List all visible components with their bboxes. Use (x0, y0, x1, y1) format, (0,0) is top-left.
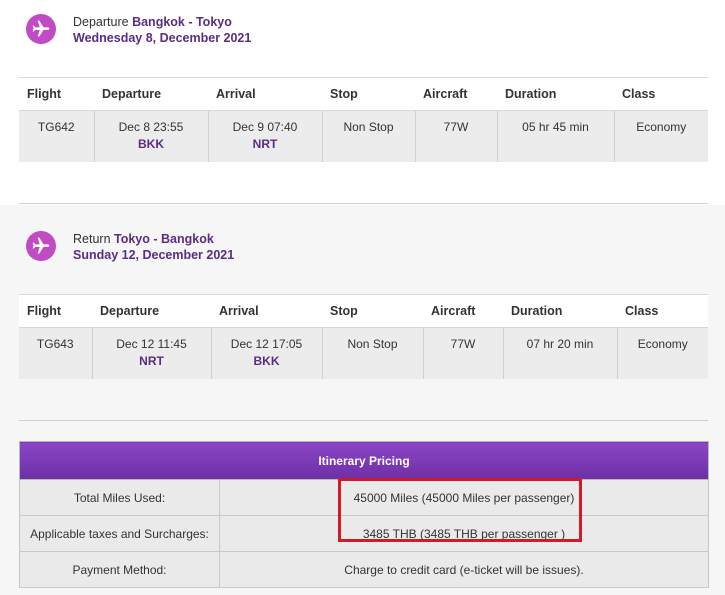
payment-method-value: Charge to credit card (e-ticket will be … (219, 551, 709, 588)
departure-date: Wednesday 8, December 2021 (73, 31, 252, 45)
departure-label: Departure (73, 15, 129, 29)
pricing-label: Payment Method: (19, 551, 220, 588)
departure-cell: Dec 12 11:45 NRT (91, 327, 211, 379)
return-flight-table: Flight Departure Arrival Stop Aircraft D… (19, 294, 708, 379)
class-value: Economy (613, 110, 708, 162)
column-header: Flight (19, 77, 94, 111)
column-header: Departure (92, 294, 211, 328)
departure-time: Dec 8 23:55 (118, 120, 184, 134)
flight-number: TG643 (19, 327, 92, 379)
stop-value: Non Stop (321, 327, 423, 379)
departure-cell: Dec 8 23:55 BKK (93, 110, 208, 162)
return-route: Tokyo - Bangkok (114, 232, 214, 246)
flight-number: TG642 (19, 110, 94, 162)
departure-airport: BKK (138, 137, 164, 151)
column-header: Stop (322, 294, 423, 328)
return-label: Return (73, 232, 111, 246)
aircraft-value: 77W (414, 110, 497, 162)
plane-landing-icon (26, 231, 56, 261)
column-header: Duration (503, 294, 617, 328)
pricing-row: Payment Method: Charge to credit card (e… (19, 551, 709, 588)
column-header: Aircraft (423, 294, 503, 328)
table-header-row: Flight Departure Arrival Stop Aircraft D… (19, 77, 708, 111)
pricing-label: Applicable taxes and Surcharges: (19, 515, 220, 552)
column-header: Aircraft (415, 77, 497, 111)
stop-value: Non Stop (321, 110, 415, 162)
arrival-time: Dec 9 07:40 (232, 120, 298, 134)
departure-airport: NRT (139, 354, 164, 368)
table-header-row: Flight Departure Arrival Stop Aircraft D… (19, 294, 708, 328)
column-header: Arrival (211, 294, 322, 328)
pricing-label: Total Miles Used: (19, 479, 220, 516)
departure-flight-table: Flight Departure Arrival Stop Aircraft D… (19, 77, 708, 162)
column-header: Departure (94, 77, 208, 111)
arrival-cell: Dec 12 17:05 BKK (210, 327, 322, 379)
column-header: Class (617, 294, 708, 328)
aircraft-value: 77W (422, 327, 503, 379)
departure-route: Bangkok - Tokyo (132, 15, 232, 29)
divider (19, 420, 708, 421)
departure-header: Departure Bangkok - Tokyo Wednesday 8, D… (26, 14, 251, 46)
highlight-box (338, 478, 582, 542)
table-row: TG642 Dec 8 23:55 BKK Dec 9 07:40 NRT Non … (19, 110, 708, 162)
column-header: Stop (322, 77, 415, 111)
departure-time: Dec 12 11:45 (116, 337, 187, 351)
column-header: Duration (497, 77, 614, 111)
return-header: Return Tokyo - Bangkok Sunday 12, Decemb… (26, 231, 234, 263)
plane-takeoff-icon (26, 14, 56, 44)
class-value: Economy (616, 327, 708, 379)
duration-value: 05 hr 45 min (496, 110, 614, 162)
arrival-airport: NRT (252, 137, 278, 151)
pricing-title: Itinerary Pricing (19, 441, 709, 480)
duration-value: 07 hr 20 min (502, 327, 617, 379)
arrival-airport: BKK (253, 354, 280, 368)
return-date: Sunday 12, December 2021 (73, 248, 235, 262)
table-row: TG643 Dec 12 11:45 NRT Dec 12 17:05 BKK No… (19, 327, 708, 379)
column-header: Class (614, 77, 708, 111)
arrival-cell: Dec 9 07:40 NRT (207, 110, 322, 162)
column-header: Flight (19, 294, 92, 328)
column-header: Arrival (208, 77, 322, 111)
divider (19, 203, 708, 204)
arrival-time: Dec 12 17:05 (230, 337, 303, 351)
